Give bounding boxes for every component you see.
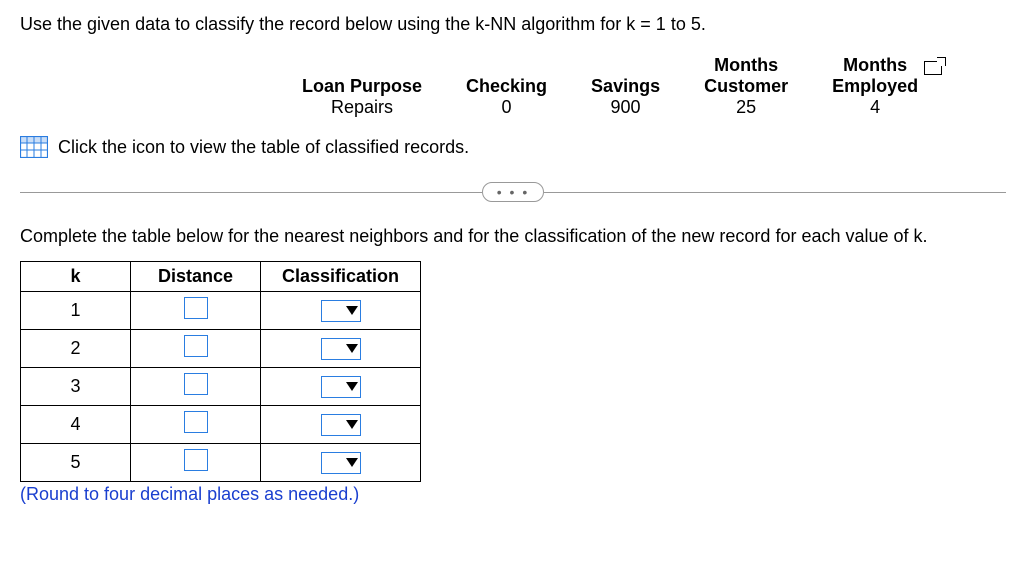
classification-dropdown[interactable] [321, 414, 361, 436]
header-months-customer: Months Customer [682, 55, 810, 97]
knn-row: 1 [21, 292, 421, 330]
view-table-link-row: Click the icon to view the table of clas… [20, 136, 1006, 158]
record-data-block: Loan Purpose Checking Savings Months Cus… [20, 55, 1006, 118]
knn-k-value: 2 [21, 330, 131, 368]
value-loan-purpose: Repairs [280, 97, 444, 118]
instruction-text: Use the given data to classify the recor… [20, 14, 1006, 35]
knn-k-value: 3 [21, 368, 131, 406]
knn-header-distance: Distance [131, 262, 261, 292]
chevron-down-icon [346, 382, 358, 391]
distance-input[interactable] [184, 449, 208, 471]
header-checking: Checking [444, 55, 569, 97]
knn-row: 4 [21, 406, 421, 444]
divider-line-left [20, 192, 482, 193]
knn-table: k Distance Classification 1 2 3 4 5 [20, 261, 421, 482]
section-divider: • • • [20, 182, 1006, 202]
rounding-note: (Round to four decimal places as needed.… [20, 484, 1006, 505]
expand-pill[interactable]: • • • [482, 182, 544, 202]
knn-k-value: 1 [21, 292, 131, 330]
chevron-down-icon [346, 420, 358, 429]
value-checking: 0 [444, 97, 569, 118]
header-months-employed: Months Employed [810, 55, 940, 97]
chevron-down-icon [346, 306, 358, 315]
chevron-down-icon [346, 344, 358, 353]
popout-icon[interactable] [916, 57, 942, 78]
knn-header-classification: Classification [261, 262, 421, 292]
value-savings: 900 [569, 97, 682, 118]
knn-header-k: k [21, 262, 131, 292]
view-table-link-text[interactable]: Click the icon to view the table of clas… [58, 137, 469, 158]
classification-dropdown[interactable] [321, 376, 361, 398]
knn-k-value: 5 [21, 444, 131, 482]
record-table: Loan Purpose Checking Savings Months Cus… [280, 55, 940, 118]
distance-input[interactable] [184, 335, 208, 357]
distance-input[interactable] [184, 411, 208, 433]
classification-dropdown[interactable] [321, 338, 361, 360]
divider-line-right [544, 192, 1006, 193]
knn-k-value: 4 [21, 406, 131, 444]
header-loan-purpose: Loan Purpose [280, 55, 444, 97]
prompt-text: Complete the table below for the nearest… [20, 226, 1006, 247]
value-months-employed: 4 [810, 97, 940, 118]
header-savings: Savings [569, 55, 682, 97]
distance-input[interactable] [184, 297, 208, 319]
knn-row: 3 [21, 368, 421, 406]
knn-row: 2 [21, 330, 421, 368]
table-icon[interactable] [20, 136, 48, 158]
value-months-customer: 25 [682, 97, 810, 118]
classification-dropdown[interactable] [321, 300, 361, 322]
chevron-down-icon [346, 458, 358, 467]
distance-input[interactable] [184, 373, 208, 395]
knn-row: 5 [21, 444, 421, 482]
classification-dropdown[interactable] [321, 452, 361, 474]
